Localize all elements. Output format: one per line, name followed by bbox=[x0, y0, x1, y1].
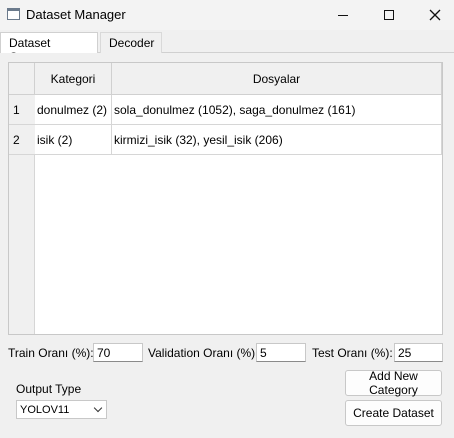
tab-decoder[interactable]: Decoder bbox=[100, 32, 162, 53]
output-type-select[interactable]: YOLOV11 bbox=[16, 400, 107, 419]
add-category-button[interactable]: Add New Category bbox=[345, 369, 442, 397]
test-ratio-label: Test Oranı (%): bbox=[312, 346, 393, 360]
table-corner[interactable] bbox=[9, 63, 35, 95]
category-table[interactable]: Kategori Dosyalar 1 donulmez (2) sola_do… bbox=[8, 62, 443, 335]
test-ratio-input[interactable] bbox=[394, 343, 443, 362]
train-ratio-label: Train Oranı (%): bbox=[8, 346, 94, 360]
row-header[interactable]: 1 bbox=[9, 95, 35, 125]
maximize-icon bbox=[384, 10, 394, 20]
validation-ratio-input[interactable] bbox=[256, 343, 306, 362]
row-header[interactable]: 2 bbox=[9, 125, 35, 155]
tab-bar: Dataset Creator Decoder bbox=[0, 30, 454, 64]
app-window-icon bbox=[7, 8, 20, 20]
table-cell-dosyalar[interactable]: sola_donulmez (1052), saga_donulmez (161… bbox=[112, 95, 442, 125]
table-cell-kategori[interactable]: donulmez (2) bbox=[35, 95, 112, 125]
title-bar: Dataset Manager bbox=[0, 0, 454, 30]
close-button[interactable] bbox=[412, 0, 454, 30]
window-title: Dataset Manager bbox=[26, 7, 126, 22]
close-icon bbox=[429, 9, 441, 21]
column-header-dosyalar[interactable]: Dosyalar bbox=[112, 63, 442, 95]
tab-dataset-creator[interactable]: Dataset Creator bbox=[0, 32, 98, 64]
output-type-label: Output Type bbox=[16, 382, 82, 396]
train-ratio-input[interactable] bbox=[93, 343, 143, 362]
chevron-down-icon bbox=[93, 403, 103, 413]
column-header-kategori[interactable]: Kategori bbox=[35, 63, 112, 95]
create-dataset-button[interactable]: Create Dataset bbox=[345, 400, 442, 426]
dataset-creator-panel: Kategori Dosyalar 1 donulmez (2) sola_do… bbox=[0, 53, 454, 438]
output-type-value: YOLOV11 bbox=[20, 403, 70, 416]
validation-ratio-label: Validation Oranı (%): bbox=[148, 346, 259, 360]
table-cell-dosyalar[interactable]: kirmizi_isik (32), yesil_isik (206) bbox=[112, 125, 442, 155]
minimize-icon bbox=[338, 14, 348, 16]
minimize-button[interactable] bbox=[320, 0, 366, 30]
table-cell-kategori[interactable]: isik (2) bbox=[35, 125, 112, 155]
maximize-button[interactable] bbox=[366, 0, 412, 30]
